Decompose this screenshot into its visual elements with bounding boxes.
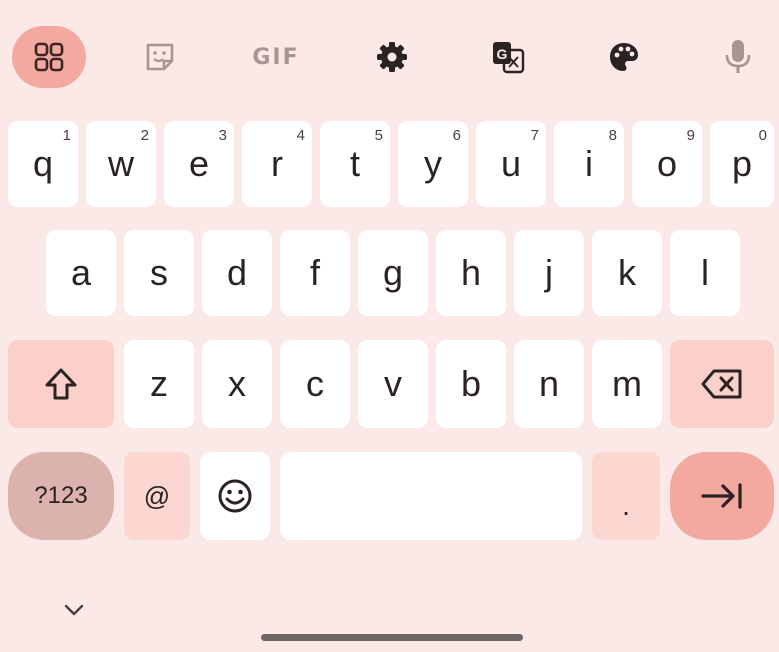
gear-icon [377, 42, 407, 72]
gif-button[interactable]: GIF [238, 25, 314, 89]
key-label: r [271, 143, 283, 184]
key-label: o [656, 143, 678, 184]
key-hint: 8 [608, 127, 617, 144]
key-t[interactable]: t 5 [320, 121, 390, 207]
key-label: k [618, 252, 636, 293]
key-d[interactable]: d [202, 230, 272, 316]
key-hint: 0 [758, 127, 767, 144]
backspace-icon [701, 369, 742, 399]
key-label: y [424, 143, 442, 184]
keyboard-toolbar: GIF G [0, 0, 779, 112]
key-label: w [108, 143, 134, 184]
shift-key[interactable] [8, 340, 114, 428]
gif-label: GIF [252, 44, 300, 70]
sticker-button[interactable] [122, 25, 198, 89]
palette-icon [610, 43, 638, 71]
at-key[interactable]: @ [124, 452, 190, 540]
tab-next-key[interactable] [670, 452, 774, 540]
key-label: x [228, 363, 246, 404]
key-label: n [538, 363, 560, 404]
key-e[interactable]: e 3 [164, 121, 234, 207]
key-label: d [226, 252, 248, 293]
sticker-icon [146, 43, 174, 71]
key-hint: 3 [218, 127, 227, 144]
key-f[interactable]: f [280, 230, 350, 316]
collapse-keyboard-button[interactable] [58, 594, 90, 626]
key-label: t [349, 143, 360, 184]
emoji-key[interactable] [200, 452, 270, 540]
key-label: u [500, 143, 522, 184]
voice-input-button[interactable] [700, 25, 776, 89]
key-label: j [545, 252, 553, 293]
key-v[interactable]: v [358, 340, 428, 428]
key-p[interactable]: p 0 [710, 121, 774, 207]
tab-arrow-icon [701, 483, 742, 509]
key-b[interactable]: b [436, 340, 506, 428]
key-x[interactable]: x [202, 340, 272, 428]
key-label: c [306, 363, 324, 404]
key-m[interactable]: m [592, 340, 662, 428]
symbols-label: ?123 [34, 482, 88, 509]
key-c[interactable]: c [280, 340, 350, 428]
key-label: e [188, 143, 210, 184]
key-label: f [309, 252, 320, 293]
svg-text:G: G [497, 46, 508, 62]
period-key[interactable]: . [592, 452, 660, 540]
key-hint: 9 [686, 127, 695, 144]
grid-icon [34, 42, 64, 72]
key-r[interactable]: r 4 [242, 121, 312, 207]
key-y[interactable]: y 6 [398, 121, 468, 207]
key-label: l [701, 252, 709, 293]
key-label: i [585, 143, 593, 184]
key-h[interactable]: h [436, 230, 506, 316]
key-label: p [731, 143, 753, 184]
theme-button[interactable] [586, 25, 662, 89]
key-z[interactable]: z [124, 340, 194, 428]
key-label: s [150, 252, 168, 293]
key-label: z [150, 363, 168, 404]
key-g[interactable]: g [358, 230, 428, 316]
space-key[interactable] [280, 452, 582, 540]
key-u[interactable]: u 7 [476, 121, 546, 207]
shift-icon [45, 368, 77, 400]
key-o[interactable]: o 9 [632, 121, 702, 207]
key-label: m [612, 363, 642, 404]
key-label: v [384, 363, 402, 404]
key-j[interactable]: j [514, 230, 584, 316]
settings-button[interactable] [354, 25, 430, 89]
key-label: a [70, 252, 92, 293]
at-label: @ [143, 480, 171, 511]
key-hint: 1 [62, 127, 71, 144]
key-label: b [460, 363, 482, 404]
period-label: . [622, 490, 630, 521]
key-k[interactable]: k [592, 230, 662, 316]
key-q[interactable]: q 1 [8, 121, 78, 207]
translate-icon: G [493, 42, 525, 74]
backspace-key[interactable] [670, 340, 774, 428]
key-label: q [32, 143, 54, 184]
symbols-key[interactable]: ?123 [8, 452, 114, 540]
microphone-icon [725, 40, 751, 73]
translate-button[interactable]: G [470, 25, 546, 89]
key-hint: 4 [296, 127, 305, 144]
key-label: g [382, 252, 404, 293]
key-i[interactable]: i 8 [554, 121, 624, 207]
key-hint: 7 [530, 127, 539, 144]
key-w[interactable]: w 2 [86, 121, 156, 207]
apps-grid-button[interactable] [12, 26, 86, 88]
key-a[interactable]: a [46, 230, 116, 316]
key-label: h [460, 252, 482, 293]
chevron-down-icon [64, 604, 84, 616]
key-n[interactable]: n [514, 340, 584, 428]
key-hint: 2 [140, 127, 149, 144]
key-s[interactable]: s [124, 230, 194, 316]
emoji-icon [218, 479, 252, 513]
key-hint: 5 [374, 127, 383, 144]
home-gesture-bar[interactable] [261, 634, 523, 641]
key-hint: 6 [452, 127, 461, 144]
key-l[interactable]: l [670, 230, 740, 316]
